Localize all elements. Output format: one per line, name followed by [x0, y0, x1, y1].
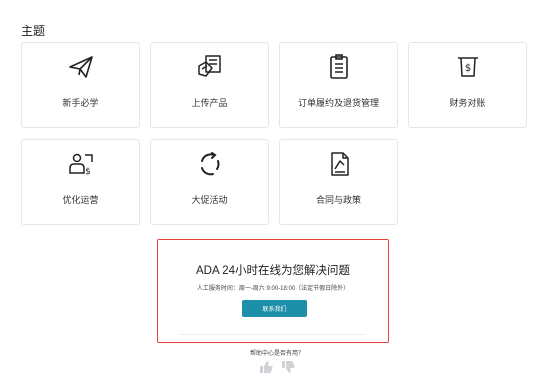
help-title: ADA 24小时在线为您解决问题 [196, 265, 350, 277]
feedback-buttons [0, 360, 554, 374]
divider [180, 334, 366, 335]
paper-plane-icon [66, 52, 96, 87]
topic-card-label: 订单履约及退货管理 [297, 98, 379, 108]
section-title: 主题 [21, 24, 46, 38]
topic-card-orders[interactable]: 订单履约及退货管理 [279, 42, 398, 128]
topic-card-label: 财务对账 [449, 98, 486, 108]
receipt-dollar-icon: $ [453, 52, 483, 87]
contact-us-button[interactable]: 联系我们 [242, 300, 307, 317]
topic-card-label: 新手必学 [62, 98, 99, 108]
clipboard-list-icon [324, 52, 354, 87]
topic-card-label: 大促活动 [191, 195, 228, 205]
topic-card-label: 优化运营 [62, 195, 99, 205]
topic-card-optimize-operations[interactable]: $ 优化运营 [21, 139, 140, 225]
upload-box-icon [195, 52, 225, 87]
thumbs-up-icon[interactable] [259, 360, 273, 374]
topic-card-contracts[interactable]: 合同与政策 [279, 139, 398, 225]
topic-card-promotions[interactable]: 大促活动 [150, 139, 269, 225]
topic-card-finance[interactable]: $ 财务对账 [408, 42, 527, 128]
feedback-question: 帮助中心是否有用？ [249, 351, 304, 357]
service-hours-text: 人工服务时间：周一-周六 9:00-18:00（法定节假日除外） [196, 286, 350, 292]
document-contract-icon [324, 149, 354, 184]
topic-card-label: 上传产品 [191, 98, 228, 108]
help-contact-panel: ADA 24小时在线为您解决问题 人工服务时间：周一-周六 9:00-18:00… [157, 239, 389, 343]
topic-card-label: 合同与政策 [315, 195, 361, 205]
refresh-circle-icon [195, 149, 225, 184]
topic-card-upload-products[interactable]: 上传产品 [150, 42, 269, 128]
topic-card-beginner[interactable]: 新手必学 [21, 42, 140, 128]
svg-text:$: $ [464, 63, 470, 74]
user-dollar-icon: $ [66, 149, 96, 184]
svg-text:$: $ [85, 167, 91, 177]
thumbs-down-icon[interactable] [281, 360, 295, 374]
